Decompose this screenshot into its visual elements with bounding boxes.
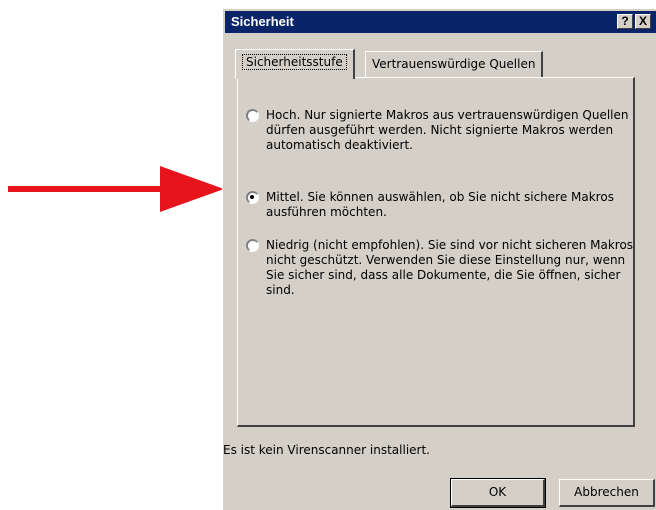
radio-selected-dot (250, 195, 254, 199)
virus-scanner-status: Es ist kein Virenscanner installiert. (223, 443, 430, 457)
tab-vertrauenswuerdige-quellen[interactable]: Vertrauenswürdige Quellen (365, 51, 544, 77)
security-dialog: Sicherheit ? X Sicherheitsstufe Vertraue… (222, 8, 656, 510)
help-button[interactable]: ? (617, 14, 633, 29)
title-bar: Sicherheit ? X (225, 11, 656, 33)
option-label: Mittel. Sie können auswählen, ob Sie nic… (266, 190, 614, 219)
ok-button[interactable]: OK (450, 478, 546, 508)
tab-label: Sicherheitsstufe (242, 54, 347, 70)
option-label: Hoch. Nur signierte Makros aus vertrauen… (266, 108, 629, 152)
option-label: Niedrig (nicht empfohlen). Sie sind vor … (266, 238, 634, 297)
red-arrow-annotation (8, 166, 224, 212)
cancel-button[interactable]: Abbrechen (559, 479, 655, 507)
tab-sicherheitsstufe[interactable]: Sicherheitsstufe (235, 49, 355, 79)
close-button[interactable]: X (635, 14, 651, 29)
radio-niedrig[interactable] (246, 239, 259, 252)
radio-hoch[interactable] (246, 109, 259, 122)
dialog-title: Sicherheit (231, 14, 294, 29)
tab-panel: Hoch. Nur signierte Makros aus vertrauen… (237, 77, 635, 427)
radio-mittel[interactable] (246, 191, 259, 204)
tab-label: Vertrauenswürdige Quellen (372, 57, 536, 71)
